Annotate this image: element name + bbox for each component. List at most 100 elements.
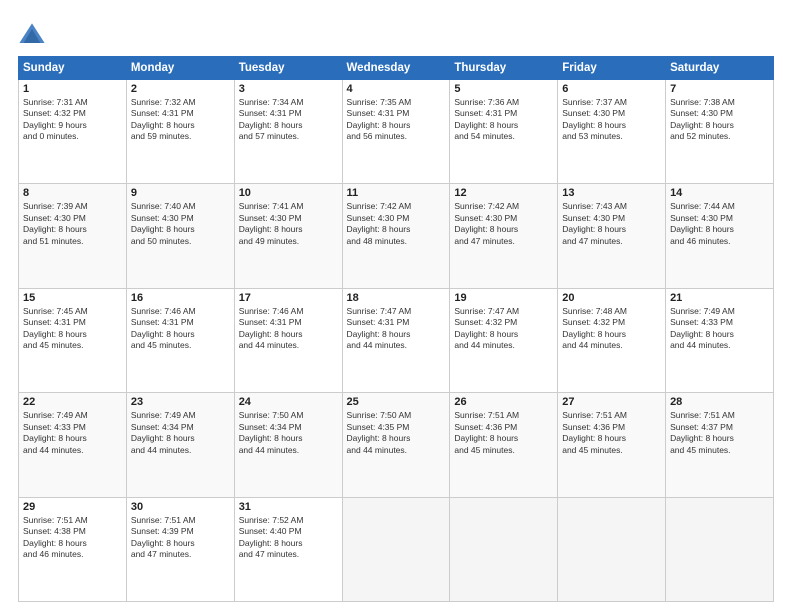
calendar-cell: 24Sunrise: 7:50 AMSunset: 4:34 PMDayligh…: [234, 393, 342, 497]
cell-details: Sunrise: 7:42 AMSunset: 4:30 PMDaylight:…: [454, 201, 553, 247]
calendar-cell: 6 Sunrise: 7:37 AMSunset: 4:30 PMDaylight…: [558, 80, 666, 184]
logo: [18, 22, 50, 50]
col-header-sunday: Sunday: [19, 57, 127, 80]
cell-details: Sunrise: 7:44 AMSunset: 4:30 PMDaylight:…: [670, 201, 769, 247]
calendar-cell: 11 Sunrise: 7:42 AMSunset: 4:30 PMDayligh…: [342, 184, 450, 288]
cell-details: Sunrise: 7:42 AMSunset: 4:30 PMDaylight:…: [347, 201, 446, 247]
calendar-cell: 17 Sunrise: 7:46 AMSunset: 4:31 PMDayligh…: [234, 288, 342, 392]
cell-details: Sunrise: 7:46 AMSunset: 4:31 PMDaylight:…: [239, 306, 338, 352]
cell-details: Sunrise: 7:51 AMSunset: 4:36 PMDaylight:…: [562, 410, 661, 456]
cell-details: Sunrise: 7:45 AMSunset: 4:31 PMDaylight:…: [23, 306, 122, 352]
calendar-cell: 20 Sunrise: 7:48 AMSunset: 4:32 PMDayligh…: [558, 288, 666, 392]
cell-details: Sunrise: 7:37 AMSunset: 4:30 PMDaylight:…: [562, 97, 661, 143]
calendar-week-2: 8 Sunrise: 7:39 AMSunset: 4:30 PMDaylight…: [19, 184, 774, 288]
day-number: 22: [23, 396, 122, 408]
cell-details: Sunrise: 7:49 AMSunset: 4:33 PMDaylight:…: [23, 410, 122, 456]
cell-details: Sunrise: 7:50 AMSunset: 4:35 PMDaylight:…: [347, 410, 446, 456]
day-number: 17: [239, 292, 338, 304]
cell-details: Sunrise: 7:40 AMSunset: 4:30 PMDaylight:…: [131, 201, 230, 247]
calendar-cell: 7Sunrise: 7:38 AMSunset: 4:30 PMDaylight…: [666, 80, 774, 184]
cell-details: Sunrise: 7:38 AMSunset: 4:30 PMDaylight:…: [670, 97, 769, 143]
day-number: 20: [562, 292, 661, 304]
cell-details: Sunrise: 7:47 AMSunset: 4:31 PMDaylight:…: [347, 306, 446, 352]
calendar-cell: 25 Sunrise: 7:50 AMSunset: 4:35 PMDayligh…: [342, 393, 450, 497]
day-number: 27: [562, 396, 661, 408]
calendar-table: SundayMondayTuesdayWednesdayThursdayFrid…: [18, 56, 774, 602]
cell-details: Sunrise: 7:43 AMSunset: 4:30 PMDaylight:…: [562, 201, 661, 247]
col-header-saturday: Saturday: [666, 57, 774, 80]
calendar-cell: 16 Sunrise: 7:46 AMSunset: 4:31 PMDayligh…: [126, 288, 234, 392]
calendar-cell: 5Sunrise: 7:36 AMSunset: 4:31 PMDaylight…: [450, 80, 558, 184]
calendar-cell: 15 Sunrise: 7:45 AMSunset: 4:31 PMDayligh…: [19, 288, 127, 392]
logo-icon: [18, 22, 46, 50]
calendar-cell: 23 Sunrise: 7:49 AMSunset: 4:34 PMDayligh…: [126, 393, 234, 497]
day-number: 11: [347, 187, 446, 199]
day-number: 25: [347, 396, 446, 408]
day-number: 29: [23, 501, 122, 513]
calendar-cell: 9Sunrise: 7:40 AMSunset: 4:30 PMDaylight…: [126, 184, 234, 288]
col-header-wednesday: Wednesday: [342, 57, 450, 80]
day-number: 12: [454, 187, 553, 199]
header: [18, 18, 774, 50]
day-number: 15: [23, 292, 122, 304]
cell-details: Sunrise: 7:32 AMSunset: 4:31 PMDaylight:…: [131, 97, 230, 143]
cell-details: Sunrise: 7:51 AMSunset: 4:39 PMDaylight:…: [131, 515, 230, 561]
cell-details: Sunrise: 7:51 AMSunset: 4:36 PMDaylight:…: [454, 410, 553, 456]
cell-details: Sunrise: 7:49 AMSunset: 4:34 PMDaylight:…: [131, 410, 230, 456]
calendar-cell: 3Sunrise: 7:34 AMSunset: 4:31 PMDaylight…: [234, 80, 342, 184]
calendar-cell: 30 Sunrise: 7:51 AMSunset: 4:39 PMDayligh…: [126, 497, 234, 601]
cell-details: Sunrise: 7:47 AMSunset: 4:32 PMDaylight:…: [454, 306, 553, 352]
day-number: 1: [23, 83, 122, 95]
day-number: 30: [131, 501, 230, 513]
calendar-cell: 29 Sunrise: 7:51 AMSunset: 4:38 PMDayligh…: [19, 497, 127, 601]
day-number: 19: [454, 292, 553, 304]
calendar-cell: [558, 497, 666, 601]
calendar-cell: 31 Sunrise: 7:52 AMSunset: 4:40 PMDayligh…: [234, 497, 342, 601]
calendar-cell: 12 Sunrise: 7:42 AMSunset: 4:30 PMDayligh…: [450, 184, 558, 288]
day-number: 5: [454, 83, 553, 95]
day-number: 14: [670, 187, 769, 199]
page: SundayMondayTuesdayWednesdayThursdayFrid…: [0, 0, 792, 612]
calendar-cell: 27 Sunrise: 7:51 AMSunset: 4:36 PMDayligh…: [558, 393, 666, 497]
cell-details: Sunrise: 7:52 AMSunset: 4:40 PMDaylight:…: [239, 515, 338, 561]
col-header-monday: Monday: [126, 57, 234, 80]
day-number: 10: [239, 187, 338, 199]
cell-details: Sunrise: 7:41 AMSunset: 4:30 PMDaylight:…: [239, 201, 338, 247]
day-number: 3: [239, 83, 338, 95]
calendar-header-row: SundayMondayTuesdayWednesdayThursdayFrid…: [19, 57, 774, 80]
day-number: 31: [239, 501, 338, 513]
col-header-thursday: Thursday: [450, 57, 558, 80]
calendar-cell: [666, 497, 774, 601]
calendar-week-5: 29 Sunrise: 7:51 AMSunset: 4:38 PMDayligh…: [19, 497, 774, 601]
day-number: 8: [23, 187, 122, 199]
calendar-cell: 1Sunrise: 7:31 AMSunset: 4:32 PMDaylight…: [19, 80, 127, 184]
day-number: 2: [131, 83, 230, 95]
calendar-cell: 2 Sunrise: 7:32 AMSunset: 4:31 PMDaylight…: [126, 80, 234, 184]
calendar-cell: 8 Sunrise: 7:39 AMSunset: 4:30 PMDaylight…: [19, 184, 127, 288]
calendar-week-1: 1Sunrise: 7:31 AMSunset: 4:32 PMDaylight…: [19, 80, 774, 184]
calendar-cell: 14 Sunrise: 7:44 AMSunset: 4:30 PMDayligh…: [666, 184, 774, 288]
day-number: 13: [562, 187, 661, 199]
calendar-cell: 21Sunrise: 7:49 AMSunset: 4:33 PMDayligh…: [666, 288, 774, 392]
cell-details: Sunrise: 7:35 AMSunset: 4:31 PMDaylight:…: [347, 97, 446, 143]
calendar-cell: 18 Sunrise: 7:47 AMSunset: 4:31 PMDayligh…: [342, 288, 450, 392]
calendar-cell: 13 Sunrise: 7:43 AMSunset: 4:30 PMDayligh…: [558, 184, 666, 288]
cell-details: Sunrise: 7:51 AMSunset: 4:38 PMDaylight:…: [23, 515, 122, 561]
calendar-week-3: 15 Sunrise: 7:45 AMSunset: 4:31 PMDayligh…: [19, 288, 774, 392]
day-number: 18: [347, 292, 446, 304]
cell-details: Sunrise: 7:49 AMSunset: 4:33 PMDaylight:…: [670, 306, 769, 352]
day-number: 16: [131, 292, 230, 304]
cell-details: Sunrise: 7:50 AMSunset: 4:34 PMDaylight:…: [239, 410, 338, 456]
cell-details: Sunrise: 7:46 AMSunset: 4:31 PMDaylight:…: [131, 306, 230, 352]
calendar-cell: 4 Sunrise: 7:35 AMSunset: 4:31 PMDaylight…: [342, 80, 450, 184]
calendar-cell: 10 Sunrise: 7:41 AMSunset: 4:30 PMDayligh…: [234, 184, 342, 288]
cell-details: Sunrise: 7:48 AMSunset: 4:32 PMDaylight:…: [562, 306, 661, 352]
calendar-cell: [450, 497, 558, 601]
day-number: 4: [347, 83, 446, 95]
col-header-friday: Friday: [558, 57, 666, 80]
day-number: 6: [562, 83, 661, 95]
day-number: 23: [131, 396, 230, 408]
cell-details: Sunrise: 7:39 AMSunset: 4:30 PMDaylight:…: [23, 201, 122, 247]
calendar-cell: 28Sunrise: 7:51 AMSunset: 4:37 PMDayligh…: [666, 393, 774, 497]
calendar-week-4: 22 Sunrise: 7:49 AMSunset: 4:33 PMDayligh…: [19, 393, 774, 497]
